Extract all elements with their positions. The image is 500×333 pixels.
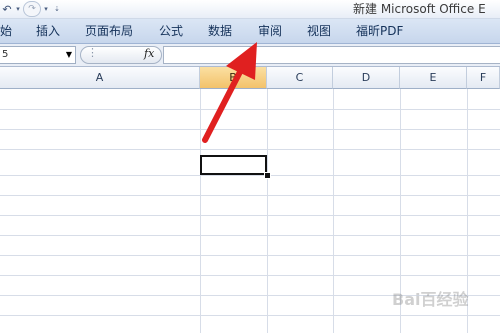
window-title: 新建 Microsoft Office E (353, 2, 486, 16)
column-header-b[interactable]: B (200, 67, 267, 89)
tab-page-layout[interactable]: 页面布局 (85, 19, 133, 43)
column-header-e[interactable]: E (400, 67, 467, 89)
gridline (0, 109, 500, 110)
redo-icon[interactable]: ↷ (23, 1, 41, 17)
gridline (0, 255, 500, 256)
ribbon-tab-row: 始 插入 页面布局 公式 数据 审阅 视图 福昕PDF (0, 19, 500, 44)
customize-toolbar-icon[interactable]: ⇣ (53, 5, 61, 13)
name-box[interactable]: 5 ▼ (0, 46, 76, 64)
insert-function-icon[interactable]: fx (144, 47, 154, 60)
gridline (0, 235, 500, 236)
redo-dropdown-icon[interactable]: ▾ (42, 5, 50, 13)
gridline (0, 175, 500, 176)
column-header-d[interactable]: D (333, 67, 400, 89)
resize-handle-icon[interactable]: ⋮ (87, 46, 98, 59)
gridline (200, 89, 201, 333)
column-header-c[interactable]: C (267, 67, 333, 89)
tab-insert[interactable]: 插入 (36, 19, 60, 43)
gridline (0, 275, 500, 276)
column-header-f[interactable]: F (467, 67, 500, 89)
tab-data[interactable]: 数据 (208, 19, 232, 43)
gridline (333, 89, 334, 333)
gridline (0, 215, 500, 216)
tab-formulas[interactable]: 公式 (159, 19, 183, 43)
formula-bar: 5 ▼ ⋮ fx (0, 44, 500, 67)
watermark: Bai百经验 (392, 290, 469, 309)
tab-view[interactable]: 视图 (307, 19, 331, 43)
gridline (267, 89, 268, 333)
gridline (0, 315, 500, 316)
tab-home[interactable]: 始 (0, 19, 12, 43)
formula-input[interactable] (163, 46, 500, 64)
chevron-down-icon[interactable]: ▼ (66, 47, 72, 63)
tab-review[interactable]: 审阅 (258, 19, 282, 43)
active-cell[interactable] (200, 155, 267, 175)
title-bar: ↶ ▾ ↷ ▾ ⇣ 新建 Microsoft Office E (0, 0, 500, 19)
quick-access-toolbar: ↶ ▾ ↷ ▾ ⇣ (0, 1, 61, 17)
name-box-value: 5 (2, 49, 9, 60)
tab-foxit-pdf[interactable]: 福昕PDF (356, 19, 403, 43)
column-header-a[interactable]: A (0, 67, 200, 89)
gridline (0, 195, 500, 196)
fill-handle[interactable] (264, 172, 271, 179)
undo-icon[interactable]: ↶ (0, 2, 14, 16)
gridline (0, 149, 500, 150)
gridline (0, 129, 500, 130)
undo-dropdown-icon[interactable]: ▾ (14, 5, 22, 13)
